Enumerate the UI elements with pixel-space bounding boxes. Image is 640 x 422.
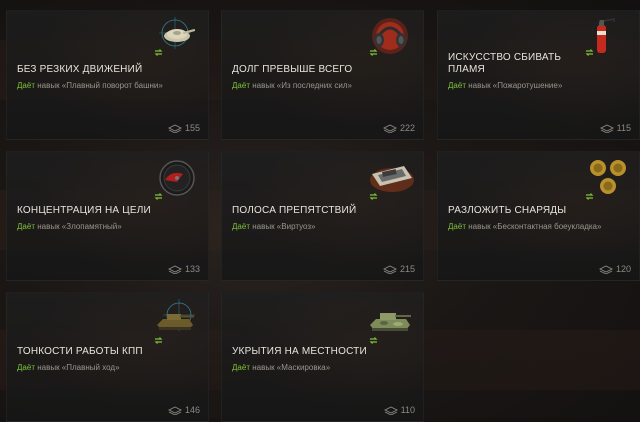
card-description: Даёт навык «Плавный поворот башни» <box>17 81 163 90</box>
card-verb: Даёт <box>17 363 35 372</box>
card-verb: Даёт <box>232 363 250 372</box>
skill-book-card[interactable]: Укрытия на местности Даёт навык «Маскиро… <box>221 292 424 422</box>
card-verb: Даёт <box>448 81 466 90</box>
books-icon <box>383 405 398 415</box>
card-count-value: 110 <box>400 405 415 415</box>
swap-arrows-icon <box>369 49 378 56</box>
card-count: 115 <box>599 123 631 133</box>
card-title: Полоса препятствий <box>232 205 357 216</box>
books-icon <box>167 405 182 415</box>
card-count-value: 215 <box>399 264 415 274</box>
skill-book-card[interactable]: Тонкости работы КПП Даёт навык «Плавный … <box>6 292 209 422</box>
card-description: Даёт навык «Маскировка» <box>232 363 330 372</box>
books-icon <box>598 264 613 274</box>
card-count-value: 146 <box>184 405 200 415</box>
card-skill: навык «Плавный ход» <box>37 363 120 372</box>
card-verb: Даёт <box>232 222 250 231</box>
card-description: Даёт навык «Пожаротушение» <box>448 81 562 90</box>
card-skill: навык «Из последних сил» <box>252 81 352 90</box>
card-count: 120 <box>598 264 631 274</box>
books-icon <box>167 123 182 133</box>
card-count: 146 <box>167 405 200 415</box>
camo-tank-icon <box>370 313 411 331</box>
card-description: Даёт навык «Злопамятный» <box>17 222 122 231</box>
card-description: Даёт навык «Плавный ход» <box>17 363 120 372</box>
target-gauge-icon <box>159 160 195 196</box>
swap-arrows-icon <box>154 193 163 200</box>
card-count-value: 133 <box>184 264 200 274</box>
skill-book-card[interactable]: Без резких движений Даёт навык «Плавный … <box>6 10 209 140</box>
card-title: Концентрация на цели <box>17 205 151 216</box>
card-count: 222 <box>382 123 415 133</box>
card-skill: навык «Плавный поворот башни» <box>37 81 163 90</box>
skill-book-card[interactable]: Полоса препятствий Даёт навык «Виртуоз» … <box>221 151 424 281</box>
card-title: Укрытия на местности <box>232 346 367 357</box>
swap-arrows-icon <box>154 337 163 344</box>
card-description: Даёт навык «Бесконтактная боеукладка» <box>448 222 601 231</box>
card-count: 215 <box>382 264 415 274</box>
tank-crosshair-icon <box>157 299 195 331</box>
card-title: Без резких движений <box>17 64 143 75</box>
books-icon <box>167 264 182 274</box>
swap-arrows-icon <box>585 193 594 200</box>
card-description: Даёт навык «Виртуоз» <box>232 222 315 231</box>
skill-book-card[interactable]: Концентрация на цели Даёт навык «Злопамя… <box>6 151 209 281</box>
card-title: Долг превыше всего <box>232 64 353 75</box>
swap-arrows-icon <box>369 337 378 344</box>
skill-book-card[interactable]: Искусство сбивать пламя Даёт навык «Пожа… <box>437 10 640 140</box>
card-count: 133 <box>167 264 200 274</box>
card-skill: навык «Пожаротушение» <box>468 81 563 90</box>
card-count: 110 <box>383 405 415 415</box>
card-count: 155 <box>167 123 200 133</box>
shells-icon <box>590 160 626 194</box>
swap-arrows-icon <box>154 49 163 56</box>
card-skill: навык «Виртуоз» <box>252 222 316 231</box>
skill-book-card[interactable]: Разложить снаряды Даёт навык «Бесконтакт… <box>437 151 640 281</box>
card-count-value: 120 <box>615 264 631 274</box>
card-verb: Даёт <box>448 222 466 231</box>
card-description: Даёт навык «Из последних сил» <box>232 81 352 90</box>
card-title: Разложить снаряды <box>448 205 567 216</box>
card-skill: навык «Бесконтактная боеукладка» <box>468 222 602 231</box>
books-icon <box>382 123 397 133</box>
card-verb: Даёт <box>232 81 250 90</box>
card-skill: навык «Маскировка» <box>252 363 331 372</box>
skill-books-grid: Без резких движений Даёт навык «Плавный … <box>0 0 640 422</box>
card-title: Искусство сбивать пламя <box>448 52 562 75</box>
skill-book-card[interactable]: Долг превыше всего Даёт навык «Из послед… <box>221 10 424 140</box>
books-icon <box>382 264 397 274</box>
card-count-value: 155 <box>184 123 200 133</box>
swap-arrows-icon <box>369 193 378 200</box>
card-count-value: 222 <box>399 123 415 133</box>
books-icon <box>599 123 614 133</box>
card-verb: Даёт <box>17 81 35 90</box>
card-count-value: 115 <box>616 123 631 133</box>
card-verb: Даёт <box>17 222 35 231</box>
swap-arrows-icon <box>585 49 594 56</box>
card-title: Тонкости работы КПП <box>17 346 143 357</box>
card-skill: навык «Злопамятный» <box>37 222 122 231</box>
tank-manual-icon <box>370 166 414 192</box>
